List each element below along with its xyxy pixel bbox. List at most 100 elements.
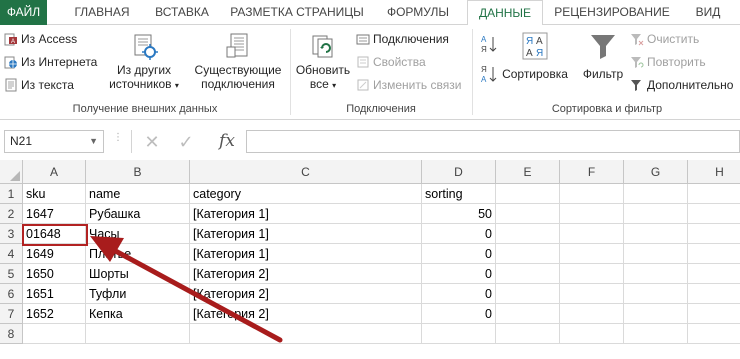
cell-d6[interactable]: 0 <box>422 284 496 304</box>
cell-c2[interactable]: [Категория 1] <box>190 204 422 224</box>
refresh-all-button[interactable]: Обновить все ▾ <box>292 31 354 93</box>
cell-g5[interactable] <box>624 264 688 284</box>
cell-e5[interactable] <box>496 264 560 284</box>
column-header-h[interactable]: H <box>688 160 740 184</box>
cell-e3[interactable] <box>496 224 560 244</box>
cell-b5[interactable]: Шорты <box>86 264 190 284</box>
from-access-button[interactable]: A Из Access <box>4 29 77 49</box>
cell-d2[interactable]: 50 <box>422 204 496 224</box>
cell-d8[interactable] <box>422 324 496 344</box>
cell-h1[interactable] <box>688 184 740 204</box>
tab-page-layout[interactable]: РАЗМЕТКА СТРАНИЦЫ <box>222 0 372 25</box>
column-header-d[interactable]: D <box>422 160 496 184</box>
column-header-e[interactable]: E <box>496 160 560 184</box>
column-header-a[interactable]: A <box>23 160 86 184</box>
cell-e6[interactable] <box>496 284 560 304</box>
cell-a8[interactable] <box>23 324 86 344</box>
existing-connections-button[interactable]: Существующие подключения <box>188 31 288 91</box>
cell-c1[interactable]: category <box>190 184 422 204</box>
row-header[interactable]: 7 <box>0 304 23 324</box>
cell-h7[interactable] <box>688 304 740 324</box>
cell-c6[interactable]: [Категория 2] <box>190 284 422 304</box>
cell-g7[interactable] <box>624 304 688 324</box>
cell-e1[interactable] <box>496 184 560 204</box>
cell-h4[interactable] <box>688 244 740 264</box>
cell-c8[interactable] <box>190 324 422 344</box>
chevron-down-icon[interactable]: ▼ <box>89 131 98 152</box>
cell-g2[interactable] <box>624 204 688 224</box>
cell-d4[interactable]: 0 <box>422 244 496 264</box>
from-other-sources-button[interactable]: Из других источников ▾ <box>108 31 180 93</box>
formula-input[interactable] <box>246 130 740 153</box>
cell-b8[interactable] <box>86 324 190 344</box>
cell-e7[interactable] <box>496 304 560 324</box>
tab-view[interactable]: ВИД <box>686 0 730 25</box>
cell-h2[interactable] <box>688 204 740 224</box>
cell-h5[interactable] <box>688 264 740 284</box>
cell-f4[interactable] <box>560 244 624 264</box>
clear-filter-button[interactable]: Очистить <box>630 29 699 49</box>
row-header[interactable]: 1 <box>0 184 23 204</box>
row-header[interactable]: 8 <box>0 324 23 344</box>
tab-data[interactable]: ДАННЫЕ <box>467 0 543 26</box>
cell-f2[interactable] <box>560 204 624 224</box>
cell-c5[interactable]: [Категория 2] <box>190 264 422 284</box>
reapply-filter-button[interactable]: Повторить <box>630 52 706 72</box>
cell-g3[interactable] <box>624 224 688 244</box>
select-all-corner[interactable] <box>0 160 23 184</box>
cell-g6[interactable] <box>624 284 688 304</box>
cell-b7[interactable]: Кепка <box>86 304 190 324</box>
cell-a4[interactable]: 1649 <box>23 244 86 264</box>
column-header-g[interactable]: G <box>624 160 688 184</box>
sort-button[interactable]: ЯААЯ Сортировка <box>500 31 570 81</box>
cell-f7[interactable] <box>560 304 624 324</box>
cell-d7[interactable]: 0 <box>422 304 496 324</box>
cell-c4[interactable]: [Категория 1] <box>190 244 422 264</box>
cell-a1[interactable]: sku <box>23 184 86 204</box>
insert-function-button[interactable]: fx <box>216 130 238 152</box>
row-header[interactable]: 3 <box>0 224 23 244</box>
cell-g1[interactable] <box>624 184 688 204</box>
filter-button[interactable]: Фильтр <box>576 31 630 81</box>
cell-f1[interactable] <box>560 184 624 204</box>
cell-b3[interactable]: Часы <box>86 224 190 244</box>
cell-g4[interactable] <box>624 244 688 264</box>
connections-button[interactable]: Подключения <box>356 29 449 49</box>
from-text-button[interactable]: Из текста <box>4 75 74 95</box>
cell-b6[interactable]: Туфли <box>86 284 190 304</box>
tab-insert[interactable]: ВСТАВКА <box>142 0 222 25</box>
name-box[interactable]: N21 ▼ <box>4 130 104 153</box>
column-header-c[interactable]: C <box>190 160 422 184</box>
cell-c3[interactable]: [Категория 1] <box>190 224 422 244</box>
row-header[interactable]: 6 <box>0 284 23 304</box>
cell-d3[interactable]: 0 <box>422 224 496 244</box>
tab-formulas[interactable]: ФОРМУЛЫ <box>372 0 464 25</box>
cell-b1[interactable]: name <box>86 184 190 204</box>
properties-button[interactable]: Свойства <box>356 52 426 72</box>
cell-h3[interactable] <box>688 224 740 244</box>
cell-d1[interactable]: sorting <box>422 184 496 204</box>
cell-a6[interactable]: 1651 <box>23 284 86 304</box>
cell-a7[interactable]: 1652 <box>23 304 86 324</box>
cell-f3[interactable] <box>560 224 624 244</box>
from-web-button[interactable]: Из Интернета <box>4 52 97 72</box>
cell-f5[interactable] <box>560 264 624 284</box>
sort-desc-button[interactable]: ЯА <box>478 63 500 85</box>
cell-f6[interactable] <box>560 284 624 304</box>
cell-e2[interactable] <box>496 204 560 224</box>
cell-e8[interactable] <box>496 324 560 344</box>
cell-b4[interactable]: Платье <box>86 244 190 264</box>
tab-home[interactable]: ГЛАВНАЯ <box>62 0 142 25</box>
cell-d5[interactable]: 0 <box>422 264 496 284</box>
cell-c7[interactable]: [Категория 2] <box>190 304 422 324</box>
sort-asc-button[interactable]: АЯ <box>478 33 500 55</box>
row-header[interactable]: 2 <box>0 204 23 224</box>
cell-h6[interactable] <box>688 284 740 304</box>
cell-f8[interactable] <box>560 324 624 344</box>
drag-handle-icon[interactable]: ⋮ <box>113 133 123 148</box>
row-header[interactable]: 4 <box>0 244 23 264</box>
column-header-b[interactable]: B <box>86 160 190 184</box>
tab-review[interactable]: РЕЦЕНЗИРОВАНИЕ <box>548 0 676 25</box>
check-icon[interactable]: ✓ <box>175 132 197 152</box>
edit-links-button[interactable]: Изменить связи <box>356 75 461 95</box>
